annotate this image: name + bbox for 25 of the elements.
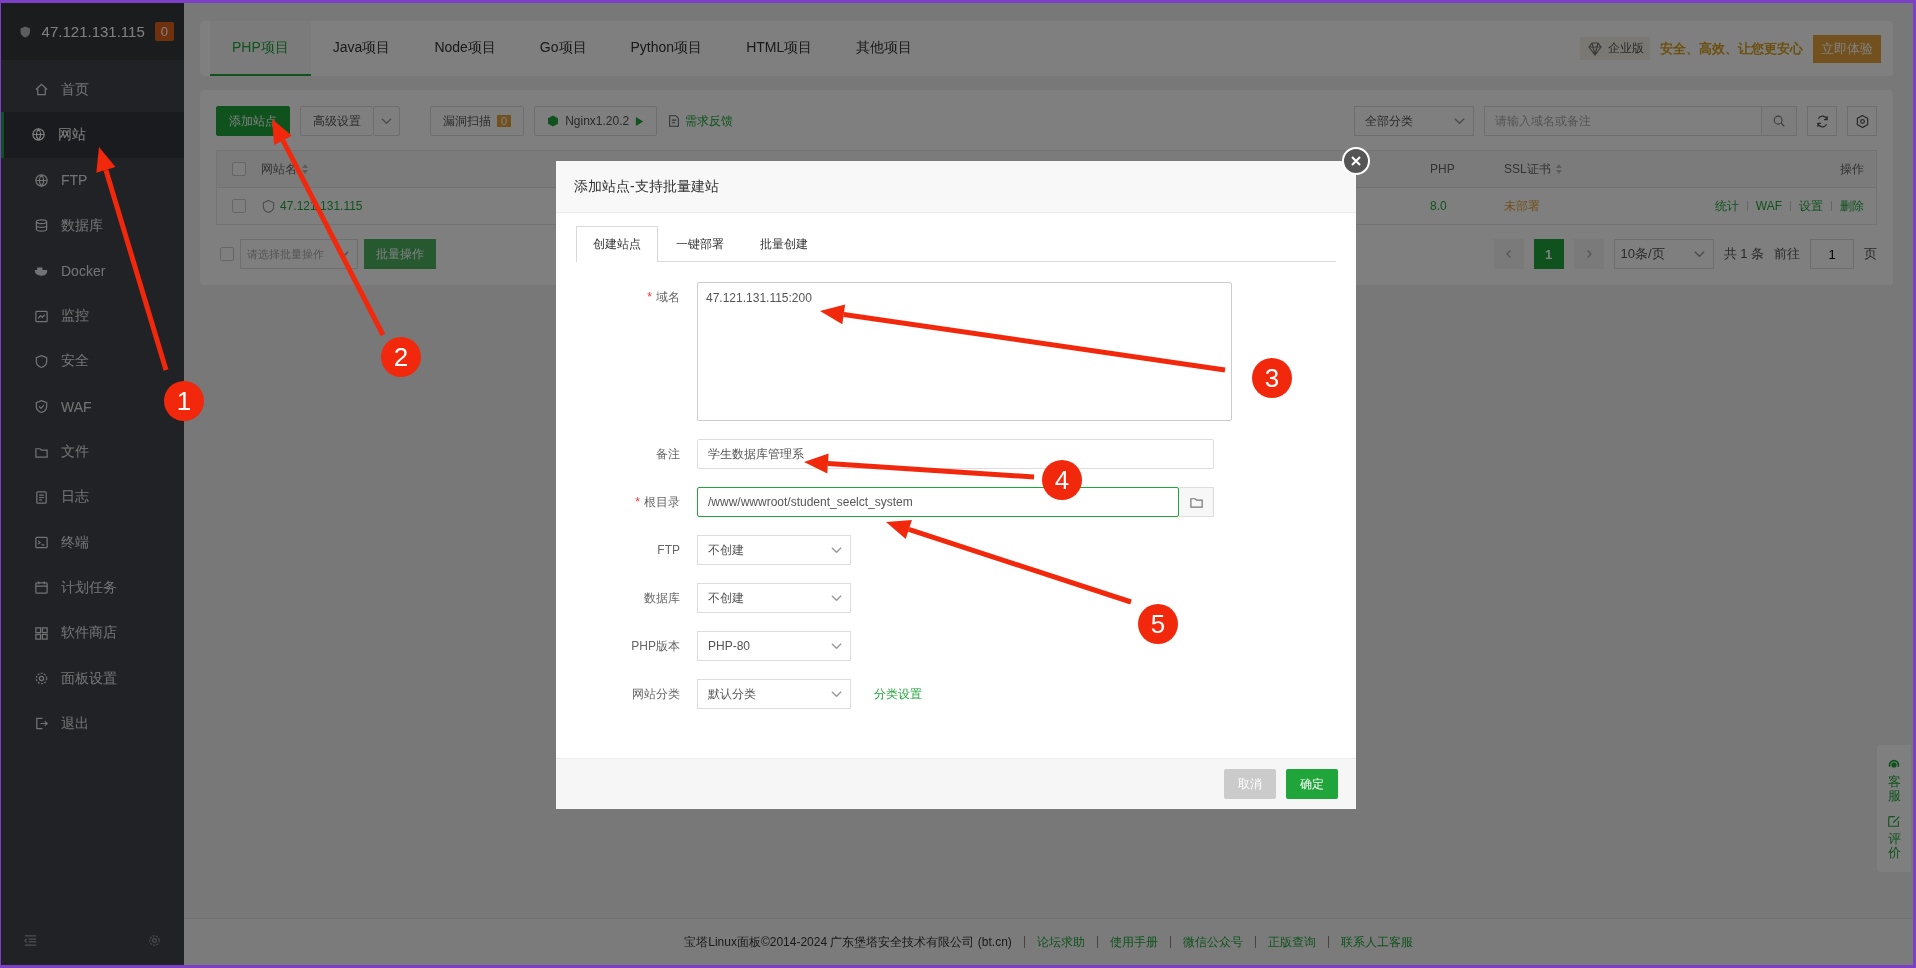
server-address: 47.121.131.115 <box>41 23 145 40</box>
number-badge: 4 <box>1042 460 1082 500</box>
dialog-title: 添加站点-支持批量建站 <box>574 177 719 196</box>
promo-slogan: 安全、高效、让您更安心 <box>1660 39 1803 58</box>
field-label: 网站分类 <box>631 686 680 703</box>
column-header: 网站名 <box>261 160 297 178</box>
edition-label: 企业版 <box>1608 40 1644 57</box>
page-unit: 页 <box>1864 245 1877 263</box>
column-header: PHP <box>1430 162 1456 176</box>
field-label: PHP版本 <box>630 638 680 655</box>
field-label: 数据库 <box>643 590 680 607</box>
field-label: 备注 <box>655 446 680 463</box>
field-label: * 域名 <box>646 289 680 306</box>
total-count: 共 1 条 <box>1723 245 1764 263</box>
goto-label: 前往 <box>1774 245 1800 263</box>
column-header: SSL证书 <box>1504 160 1551 178</box>
field-label: * 根目录 <box>634 494 680 511</box>
copyright-text: 宝塔Linux面板©2014-2024 广东堡塔安全技术有限公司 (bt.cn) <box>684 933 1012 951</box>
number-badge: 3 <box>1252 358 1292 398</box>
field-label: FTP <box>656 542 680 559</box>
count-badge: 0 <box>497 115 512 127</box>
number-badge: 1 <box>164 381 204 421</box>
number-badge: 5 <box>1138 604 1178 644</box>
number-badge: 2 <box>381 337 421 377</box>
column-header: 操作 <box>1840 160 1864 178</box>
